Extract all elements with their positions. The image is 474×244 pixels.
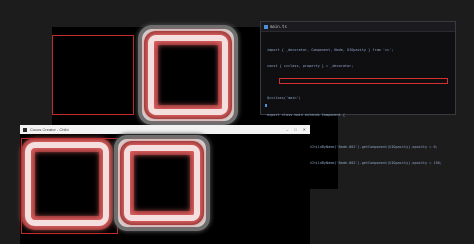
cocos-app-icon — [23, 127, 27, 132]
glowing-frame-node[interactable] — [148, 35, 228, 115]
code-line: const { ccclass, property } = _decorator… — [267, 64, 354, 69]
preview-selection-outline — [21, 138, 118, 234]
preview-window[interactable]: Cocos Creator - Chibi – □ ✕ — [20, 125, 310, 244]
code-editor-panel[interactable]: main.ts import { _decorator, Component, … — [260, 21, 456, 198]
close-button[interactable]: ✕ — [303, 127, 306, 132]
preview-glow-frame-right — [124, 145, 200, 221]
selected-node-outline[interactable] — [52, 35, 134, 115]
code-highlight-box — [279, 78, 448, 84]
preview-window-title: Cocos Creator - Chibi — [30, 127, 69, 132]
code-line: export class main extends Component { — [267, 112, 345, 117]
code-line: @ccclass('main') — [267, 96, 301, 101]
maximize-button[interactable]: □ — [294, 127, 296, 132]
editor-tab-bar: main.ts — [261, 22, 455, 32]
minimize-button[interactable]: – — [286, 127, 288, 132]
editor-gutter-marker — [265, 104, 267, 107]
preview-titlebar[interactable]: Cocos Creator - Chibi – □ ✕ — [20, 125, 310, 134]
editor-tab-main[interactable]: main.ts — [270, 24, 287, 29]
code-line: import { _decorator, Component, Node, UI… — [267, 47, 394, 52]
typescript-file-icon — [264, 24, 268, 29]
